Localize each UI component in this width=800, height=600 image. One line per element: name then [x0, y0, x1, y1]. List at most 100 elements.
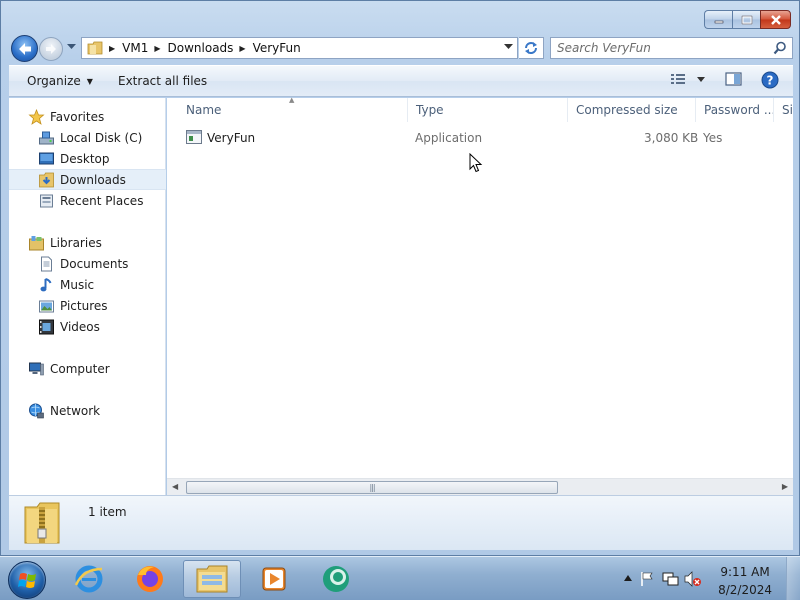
nav-computer[interactable]: Computer — [9, 358, 166, 379]
folder-icon — [87, 41, 103, 55]
nav-local-disk-label: Local Disk (C) — [60, 130, 143, 145]
firefox-icon — [137, 566, 163, 592]
back-button[interactable] — [11, 35, 38, 62]
recent-pages-dropdown-icon[interactable] — [67, 44, 76, 50]
extract-all-files-label: Extract all files — [118, 74, 208, 88]
app-icon — [323, 566, 349, 592]
change-view-button[interactable] — [670, 72, 705, 86]
libraries-icon — [29, 235, 44, 250]
taskbar-media-player[interactable] — [245, 560, 303, 598]
volume-muted-icon[interactable] — [684, 571, 702, 587]
network-icon — [29, 403, 44, 418]
address-history-dropdown-icon[interactable] — [504, 44, 513, 50]
nav-favorites[interactable]: Favorites — [9, 106, 166, 127]
nav-desktop-label: Desktop — [60, 151, 110, 166]
minimize-button[interactable] — [704, 10, 732, 29]
close-icon — [770, 14, 781, 25]
breadcrumb-arrow-icon[interactable]: ▶ — [239, 44, 245, 53]
column-header-name[interactable]: Name — [178, 98, 408, 122]
clock[interactable]: 9:11 AM 8/2/2024 — [718, 563, 772, 599]
pictures-icon — [39, 300, 54, 312]
breadcrumb-arrow-icon[interactable]: ▶ — [154, 44, 160, 53]
scrollbar-thumb[interactable]: ||| — [186, 481, 558, 494]
file-compressed-size: 3,080 KB — [644, 131, 699, 145]
nav-computer-label: Computer — [50, 361, 110, 376]
nav-videos-label: Videos — [60, 319, 100, 334]
breadcrumb-downloads[interactable]: Downloads — [168, 41, 234, 55]
nav-recent-places[interactable]: Recent Places — [9, 190, 166, 211]
close-button[interactable] — [760, 10, 791, 29]
svg-text:?: ? — [767, 74, 774, 88]
nav-videos[interactable]: Videos — [9, 316, 166, 337]
start-button[interactable] — [8, 561, 46, 599]
forward-button[interactable] — [39, 37, 63, 61]
search-input[interactable] — [557, 38, 767, 58]
clock-date: 8/2/2024 — [718, 583, 772, 597]
refresh-button[interactable] — [519, 37, 544, 59]
nav-network-label: Network — [50, 403, 101, 418]
nav-pictures-label: Pictures — [60, 298, 108, 313]
clock-time: 9:11 AM — [720, 565, 770, 579]
nav-desktop[interactable]: Desktop — [9, 148, 166, 169]
nav-pictures[interactable]: Pictures — [9, 295, 166, 316]
breadcrumb-vm1[interactable]: VM1 — [122, 41, 148, 55]
nav-local-disk[interactable]: Local Disk (C) — [9, 127, 166, 148]
horizontal-scrollbar[interactable]: ◀ ||| ▶ — [167, 478, 793, 495]
grip-icon: ||| — [369, 483, 375, 492]
scroll-right-icon[interactable]: ▶ — [782, 482, 788, 491]
show-desktop-button[interactable] — [786, 557, 800, 600]
explorer-window: ▶ VM1 ▶ Downloads ▶ VeryFun Organize ▼ Ex… — [0, 0, 800, 556]
column-header-password[interactable]: Password ... — [696, 98, 774, 122]
column-header-type[interactable]: Type — [408, 98, 568, 122]
search-box — [550, 37, 793, 59]
breadcrumb-veryfun[interactable]: VeryFun — [253, 41, 301, 55]
network-status-icon[interactable] — [662, 571, 680, 587]
taskbar-windows-explorer[interactable] — [183, 560, 241, 598]
nav-downloads-label: Downloads — [60, 172, 126, 187]
breadcrumb-arrow-icon[interactable]: ▶ — [109, 44, 115, 53]
windows-explorer-icon — [196, 565, 228, 593]
maximize-icon — [741, 15, 752, 24]
forward-arrow-icon — [46, 44, 56, 54]
column-header-size[interactable]: Si — [774, 98, 793, 122]
back-arrow-icon — [18, 42, 31, 55]
column-header-compressed-size[interactable]: Compressed size — [568, 98, 696, 122]
preview-pane-icon — [725, 72, 742, 86]
file-row[interactable]: VeryFun Application 3,080 KB Yes — [167, 127, 793, 149]
nav-downloads[interactable]: Downloads — [9, 169, 166, 190]
organize-button[interactable]: Organize ▼ — [27, 74, 93, 88]
nav-libraries[interactable]: Libraries — [9, 232, 166, 253]
taskbar-app[interactable] — [307, 560, 365, 598]
taskbar: 9:11 AM 8/2/2024 — [0, 556, 800, 600]
extract-all-files-button[interactable]: Extract all files — [118, 74, 207, 88]
help-icon: ? — [761, 71, 779, 89]
address-row: ▶ VM1 ▶ Downloads ▶ VeryFun — [9, 35, 793, 62]
taskbar-internet-explorer[interactable] — [60, 560, 118, 598]
nav-network[interactable]: Network — [9, 400, 166, 421]
videos-icon — [39, 319, 54, 334]
action-center-flag-icon[interactable] — [640, 571, 654, 587]
nav-music[interactable]: Music — [9, 274, 166, 295]
command-bar: Organize ▼ Extract all files ? — [9, 65, 793, 97]
organize-label: Organize — [27, 74, 81, 88]
show-hidden-icons-icon[interactable] — [624, 575, 632, 581]
desktop-icon — [39, 152, 54, 164]
refresh-icon — [525, 42, 537, 54]
help-button[interactable]: ? — [761, 71, 779, 89]
nav-documents[interactable]: Documents — [9, 253, 166, 274]
search-icon[interactable] — [773, 41, 787, 55]
item-count: 1 item — [88, 505, 127, 519]
windows-logo-icon — [18, 573, 36, 588]
navigation-pane: Favorites Local Disk (C) Desktop Downloa… — [9, 98, 166, 495]
scroll-left-icon[interactable]: ◀ — [172, 482, 178, 491]
preview-pane-button[interactable] — [725, 72, 742, 86]
window-controls — [704, 10, 791, 29]
taskbar-firefox[interactable] — [121, 560, 179, 598]
maximize-button[interactable] — [732, 10, 760, 29]
nav-documents-label: Documents — [60, 256, 129, 271]
address-bar[interactable]: ▶ VM1 ▶ Downloads ▶ VeryFun — [81, 37, 518, 59]
local-disk-icon — [39, 131, 54, 144]
nav-music-label: Music — [60, 277, 95, 292]
view-list-icon — [671, 74, 685, 84]
mouse-cursor-icon — [469, 153, 483, 173]
